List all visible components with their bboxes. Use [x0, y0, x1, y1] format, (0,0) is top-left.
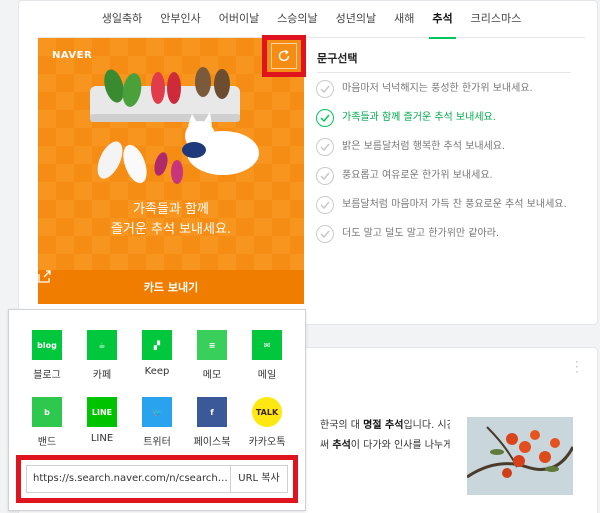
persimmon-tree-image	[467, 417, 573, 495]
phrase-option[interactable]: 더도 말고 덜도 말고 한가위만 같아라.	[316, 225, 578, 243]
check-icon	[316, 196, 334, 214]
card-illustration	[38, 38, 304, 304]
refresh-icon	[278, 49, 290, 62]
memo-icon: ≡	[197, 330, 227, 360]
kakaotalk-icon: TALK	[252, 397, 282, 427]
share-label: 트위터	[143, 437, 171, 448]
share-label: 메일	[257, 370, 277, 381]
line-icon: LINE	[87, 397, 117, 427]
send-card-label: 카드 보내기	[143, 281, 199, 294]
phrase-list: 마음마저 넉넉해지는 풍성한 한가위 보내세요. 가족들과 함께 즐거운 추석 보…	[316, 80, 578, 256]
share-url-field[interactable]: https://s.search.naver.com/n/csearch…	[27, 466, 231, 492]
phrase-option[interactable]: 보름달처럼 마음마저 가득 찬 풍요로운 추석 보내세요.	[316, 196, 578, 214]
mail-icon: ✉	[252, 330, 282, 360]
share-keep-button[interactable]: ▞ Keep	[130, 330, 184, 377]
tab-1[interactable]: 안부인사	[151, 0, 209, 38]
naver-logo: NAVER	[52, 50, 93, 61]
check-icon	[316, 225, 334, 243]
url-row: https://s.search.naver.com/n/csearch… UR…	[26, 465, 288, 493]
url-copy-button[interactable]: URL 복사	[231, 466, 287, 492]
tab-7[interactable]: 크리스마스	[462, 0, 531, 38]
refresh-button[interactable]	[271, 43, 297, 69]
tab-2[interactable]: 어버이날	[210, 0, 268, 38]
share-label: Keep	[144, 366, 170, 377]
band-icon: b	[32, 397, 62, 427]
facebook-icon: f	[197, 397, 227, 427]
share-band-button[interactable]: b 밴드	[20, 397, 74, 448]
tab-6[interactable]: 추석	[423, 0, 461, 39]
share-blog-button[interactable]: blog 블로그	[20, 330, 74, 381]
phrase-text: 마음마저 넉넉해지는 풍성한 한가위 보내세요.	[342, 83, 533, 94]
share-out-icon	[38, 270, 51, 283]
share-twitter-button[interactable]: 🐦 트위터	[130, 397, 184, 448]
check-icon	[316, 80, 334, 98]
tab-3[interactable]: 스승의날	[268, 0, 326, 38]
share-memo-button[interactable]: ≡ 메모	[185, 330, 239, 381]
persimmon-thumbnail[interactable]	[467, 417, 573, 495]
more-vertical-icon[interactable]: · · ·	[575, 356, 579, 378]
share-facebook-button[interactable]: f 페이스북	[185, 397, 239, 448]
cafe-icon: ☕	[87, 330, 117, 360]
share-label: 카카오톡	[248, 437, 286, 448]
phrase-text: 더도 말고 덜도 말고 한가위만 같아라.	[342, 228, 500, 239]
share-label: 밴드	[37, 437, 57, 448]
share-label: 페이스북	[193, 437, 231, 448]
share-line-button[interactable]: LINE LINE	[75, 397, 129, 444]
share-cafe-button[interactable]: ☕ 카페	[75, 330, 129, 381]
phrase-option[interactable]: 밝은 보름달처럼 행복한 추석 보내세요.	[316, 138, 578, 156]
phrase-option[interactable]: 풍요롭고 여유로운 한가위 보내세요.	[316, 167, 578, 185]
share-label: 메모	[202, 370, 222, 381]
tab-0[interactable]: 생일축하	[93, 0, 151, 38]
greeting-card-image: NAVER 가족들과 함께 즐거운 추석 보내세요. 카드 보내기	[38, 38, 304, 304]
check-icon	[316, 167, 334, 185]
phrase-text: 풍요롭고 여유로운 한가위 보내세요.	[342, 170, 493, 181]
share-label: 블로그	[33, 370, 61, 381]
phrase-text: 보름달처럼 마음마저 가득 찬 풍요로운 추석 보내세요.	[342, 199, 567, 210]
phrase-text: 가족들과 함께 즐거운 추석 보내세요.	[342, 112, 496, 123]
blog-icon: blog	[32, 330, 62, 360]
article-snippet: 한국의 대 명절 추석입니다. 시간이 써 추석이 다가와 인사를 나누게	[320, 420, 450, 451]
check-icon	[316, 109, 334, 127]
tab-4[interactable]: 성년의날	[327, 0, 385, 38]
card-message-line2: 즐거운 추석 보내세요.	[110, 222, 232, 237]
check-icon	[316, 138, 334, 156]
share-label: LINE	[90, 433, 114, 444]
url-highlight: https://s.search.naver.com/n/csearch… UR…	[16, 455, 298, 503]
twitter-icon: 🐦	[142, 397, 172, 427]
send-card-button[interactable]: 카드 보내기	[38, 270, 304, 304]
phrase-text: 밝은 보름달처럼 행복한 추석 보내세요.	[342, 141, 506, 152]
phrase-section-title: 문구선택	[317, 52, 358, 65]
phrase-divider	[317, 72, 571, 73]
tab-5[interactable]: 새해	[385, 0, 423, 38]
refresh-highlight	[262, 35, 306, 77]
keep-icon: ▞	[142, 330, 172, 360]
greeting-category-tabs: 생일축하 안부인사 어버이날 스승의날 성년의날 새해 추석 크리스마스	[38, 0, 585, 39]
share-kakaotalk-button[interactable]: TALK 카카오톡	[240, 397, 294, 448]
share-popup: https://s.search.naver.com/n/csearch… UR…	[8, 309, 306, 511]
card-message-line1: 가족들과 함께	[133, 202, 209, 217]
phrase-option[interactable]: 가족들과 함께 즐거운 추석 보내세요.	[316, 109, 578, 127]
phrase-option[interactable]: 마음마저 넉넉해지는 풍성한 한가위 보내세요.	[316, 80, 578, 98]
share-label: 카페	[92, 370, 112, 381]
share-mail-button[interactable]: ✉ 메일	[240, 330, 294, 381]
